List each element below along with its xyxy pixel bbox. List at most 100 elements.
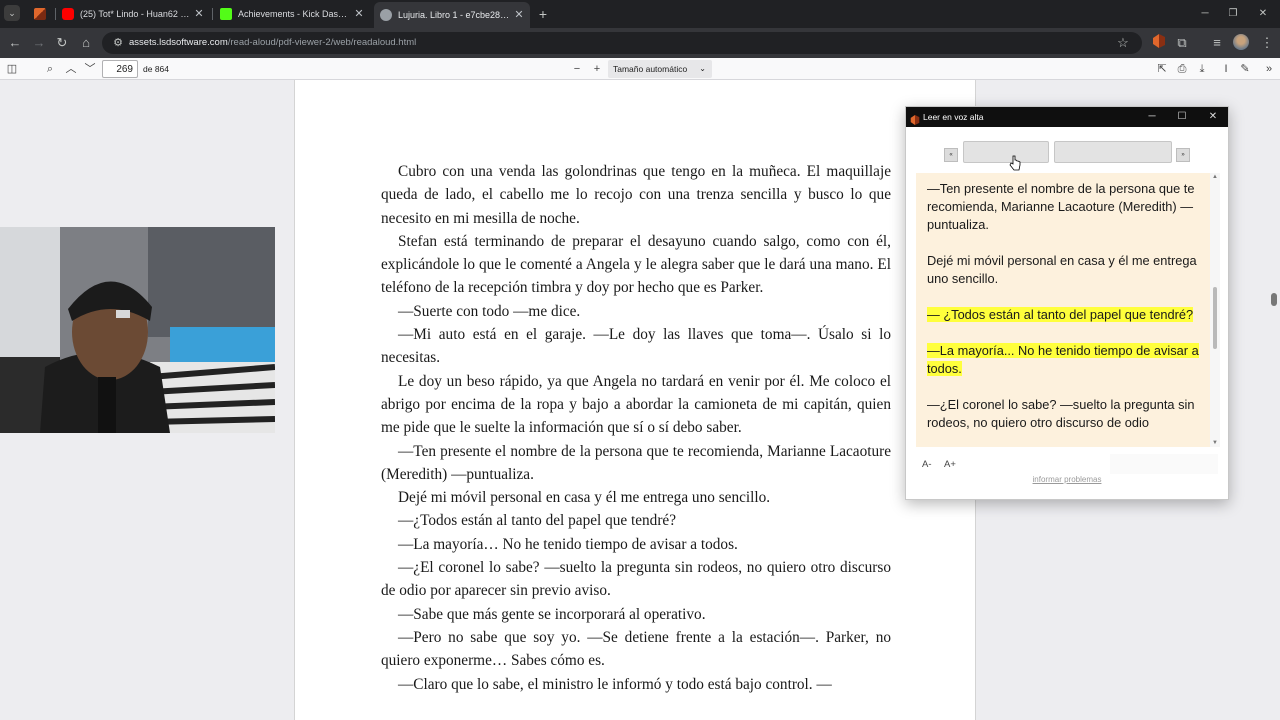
- zoom-out-icon[interactable]: −: [569, 61, 585, 77]
- back-arrow-icon[interactable]: ←: [6, 34, 24, 52]
- zoom-select[interactable]: Tamaño automático ⌄: [608, 60, 712, 78]
- page-paragraph: —¿Todos están al tanto del papel que ten…: [398, 512, 676, 530]
- chevron-down-icon: ⌄: [699, 64, 706, 73]
- playback-controls: « »: [906, 141, 1228, 163]
- draw-icon[interactable]: ✎: [1237, 61, 1253, 77]
- read-aloud-scrollbar[interactable]: ▲ ▼: [1210, 173, 1220, 447]
- kick-favicon-icon: [220, 8, 232, 20]
- read-aloud-favicon-icon: [34, 8, 46, 20]
- page-number-input[interactable]: [102, 60, 138, 78]
- extensions-puzzle-icon[interactable]: ⧉: [1173, 34, 1191, 52]
- pdf-toolbar: ◫ ⌕ ︿ ﹀ de 864 − + Tamaño automático ⌄ ⇱…: [0, 58, 1280, 80]
- minimize-window-icon[interactable]: ─: [1196, 5, 1214, 23]
- zoom-select-value: Tamaño automático: [613, 64, 688, 74]
- page-paragraph: —Ten presente el nombre de la persona qu…: [381, 442, 891, 483]
- increase-font-button[interactable]: A+: [944, 459, 956, 470]
- page-paragraph: —Mi auto está en el garaje. —Le doy las …: [381, 326, 891, 367]
- page-paragraph: —Pero no sabe que soy yo. —Se detiene fr…: [381, 628, 891, 670]
- restore-window-icon[interactable]: ❐: [1224, 5, 1242, 23]
- tab-close-icon[interactable]: ✕: [352, 3, 366, 25]
- tab-read-aloud-extension[interactable]: [28, 3, 54, 25]
- bookmark-star-icon[interactable]: ☆: [1114, 34, 1132, 52]
- tab-pdf-reader[interactable]: Lujuria. Libro 1 - e7cbe282-2af ✕: [374, 2, 530, 28]
- stop-button[interactable]: [1054, 141, 1172, 163]
- voice-select[interactable]: [1110, 454, 1218, 474]
- page-paragraph: —Claro que lo sabe, el ministro le infor…: [398, 675, 832, 693]
- page-text: Cubro con una venda las golondrinas que …: [381, 160, 891, 696]
- page-paragraph: —Sabe que más gente se incorporará al op…: [398, 605, 706, 623]
- address-bar[interactable]: ⚙ assets.lsdsoftware.com/read-aloud/pdf-…: [102, 32, 1142, 54]
- close-icon[interactable]: ✕: [1203, 107, 1223, 127]
- minimize-icon[interactable]: ─: [1142, 107, 1162, 127]
- reader-paragraph-highlighted: —La mayoría... No he tenido tiempo de av…: [927, 342, 1199, 378]
- print-icon[interactable]: ⎙: [1174, 61, 1190, 77]
- mouse-pointer-icon: [1009, 155, 1021, 171]
- site-info-icon[interactable]: ⚙: [110, 35, 126, 51]
- read-aloud-text: —Ten presente el nombre de la persona qu…: [927, 180, 1199, 447]
- reader-paragraph-text: —La mayoría... No he tenido tiempo de av…: [927, 343, 1199, 376]
- more-tools-icon[interactable]: »: [1261, 61, 1277, 77]
- browser-toolbar: ← → ↻ ⌂ ⚙ assets.lsdsoftware.com/read-al…: [0, 28, 1280, 58]
- reader-paragraph-text: — ¿Todos están al tanto del papel que te…: [927, 307, 1194, 322]
- profile-avatar-icon[interactable]: [1232, 34, 1250, 52]
- close-window-icon[interactable]: ✕: [1254, 5, 1272, 23]
- reader-paragraph-text: —Ten presente el nombre de la persona qu…: [927, 181, 1195, 232]
- tab-separator: [212, 8, 213, 20]
- download-icon[interactable]: ⤓: [1194, 61, 1210, 77]
- maximize-icon[interactable]: ☐: [1172, 107, 1192, 127]
- decrease-font-button[interactable]: A-: [922, 459, 932, 470]
- tab-close-icon[interactable]: ✕: [192, 3, 206, 25]
- forward-button[interactable]: »: [1176, 148, 1190, 162]
- tab-kick-dashboard[interactable]: Achievements - Kick Dashboard ✕: [214, 3, 370, 25]
- reader-paragraph: Dejé mi móvil personal en casa y él me e…: [927, 252, 1199, 288]
- read-aloud-extension-icon[interactable]: [1150, 34, 1168, 52]
- page-paragraph: Stefan está terminando de preparar el de…: [381, 232, 891, 297]
- read-aloud-titlebar: Leer en voz alta ─ ☐ ✕: [906, 107, 1228, 127]
- reload-icon[interactable]: ↻: [53, 34, 71, 52]
- scroll-down-icon[interactable]: ▼: [1210, 440, 1220, 446]
- reader-paragraph-text: Dejé mi móvil personal en casa y él me e…: [927, 253, 1197, 286]
- page-paragraph: —¿El coronel lo sabe? —suelto la pregunt…: [381, 559, 891, 600]
- tab-search-chevron-icon[interactable]: ⌄: [4, 5, 20, 21]
- viewer-scrollbar-thumb[interactable]: [1271, 293, 1277, 306]
- reader-paragraph-highlighted: — ¿Todos están al tanto del papel que te…: [927, 306, 1199, 324]
- page-count: de 864: [143, 64, 169, 74]
- page-paragraph: Le doy un beso rápido, ya que Angela no …: [381, 372, 891, 437]
- sidebar-toggle-icon[interactable]: ◫: [4, 61, 20, 77]
- zoom-in-icon[interactable]: +: [589, 61, 605, 77]
- forward-arrow-icon[interactable]: →: [30, 34, 48, 52]
- url-text: assets.lsdsoftware.com/read-aloud/pdf-vi…: [129, 37, 417, 48]
- browser-menu-icon[interactable]: ⋮: [1258, 34, 1276, 52]
- tab-title: Lujuria. Libro 1 - e7cbe282-2af: [398, 10, 510, 20]
- tab-bar: ⌄ (25) Tot* Lindo - Huan62 X Toki ✕ Achi…: [0, 0, 1280, 28]
- tab-youtube[interactable]: (25) Tot* Lindo - Huan62 X Toki ✕: [56, 3, 210, 25]
- webcam-overlay: [0, 227, 275, 433]
- app-root: ⌄ (25) Tot* Lindo - Huan62 X Toki ✕ Achi…: [0, 0, 1280, 720]
- page-paragraph: Dejé mi móvil personal en casa y él me e…: [398, 489, 771, 507]
- read-aloud-app-icon: [910, 112, 920, 125]
- reader-paragraph: —¿El coronel lo sabe? —suelto la pregunt…: [927, 396, 1199, 432]
- home-icon[interactable]: ⌂: [77, 34, 95, 52]
- read-aloud-text-panel[interactable]: —Ten presente el nombre de la persona qu…: [916, 173, 1210, 447]
- page-paragraph: —Suerte con todo —me dice.: [398, 302, 581, 320]
- rewind-button[interactable]: «: [944, 148, 958, 162]
- report-issues-link[interactable]: informar problemas: [906, 475, 1228, 484]
- text-cursor-icon[interactable]: I: [1218, 61, 1234, 77]
- read-aloud-window: Leer en voz alta ─ ☐ ✕ « » —Ten presente…: [905, 106, 1229, 500]
- open-external-icon[interactable]: ⇱: [1154, 61, 1170, 77]
- next-page-icon[interactable]: ﹀: [82, 61, 98, 77]
- tab-title: (25) Tot* Lindo - Huan62 X Toki: [80, 9, 190, 19]
- previous-page-icon[interactable]: ︿: [63, 61, 79, 77]
- pdf-page: Cubro con una venda las golondrinas que …: [294, 80, 976, 720]
- page-paragraph: Cubro con una venda las golondrinas que …: [381, 163, 891, 227]
- scroll-up-icon[interactable]: ▲: [1210, 174, 1220, 180]
- youtube-favicon-icon: [62, 8, 74, 20]
- read-aloud-title: Leer en voz alta: [923, 112, 984, 122]
- play-pause-button[interactable]: [963, 141, 1049, 163]
- page-paragraph: —La mayoría… No he tenido tiempo de avis…: [398, 535, 738, 553]
- scrollbar-thumb[interactable]: [1213, 287, 1217, 349]
- search-icon[interactable]: ⌕: [42, 61, 58, 77]
- tab-close-icon[interactable]: ✕: [512, 2, 526, 28]
- new-tab-icon[interactable]: +: [534, 5, 552, 23]
- media-controls-icon[interactable]: ≡: [1208, 34, 1226, 52]
